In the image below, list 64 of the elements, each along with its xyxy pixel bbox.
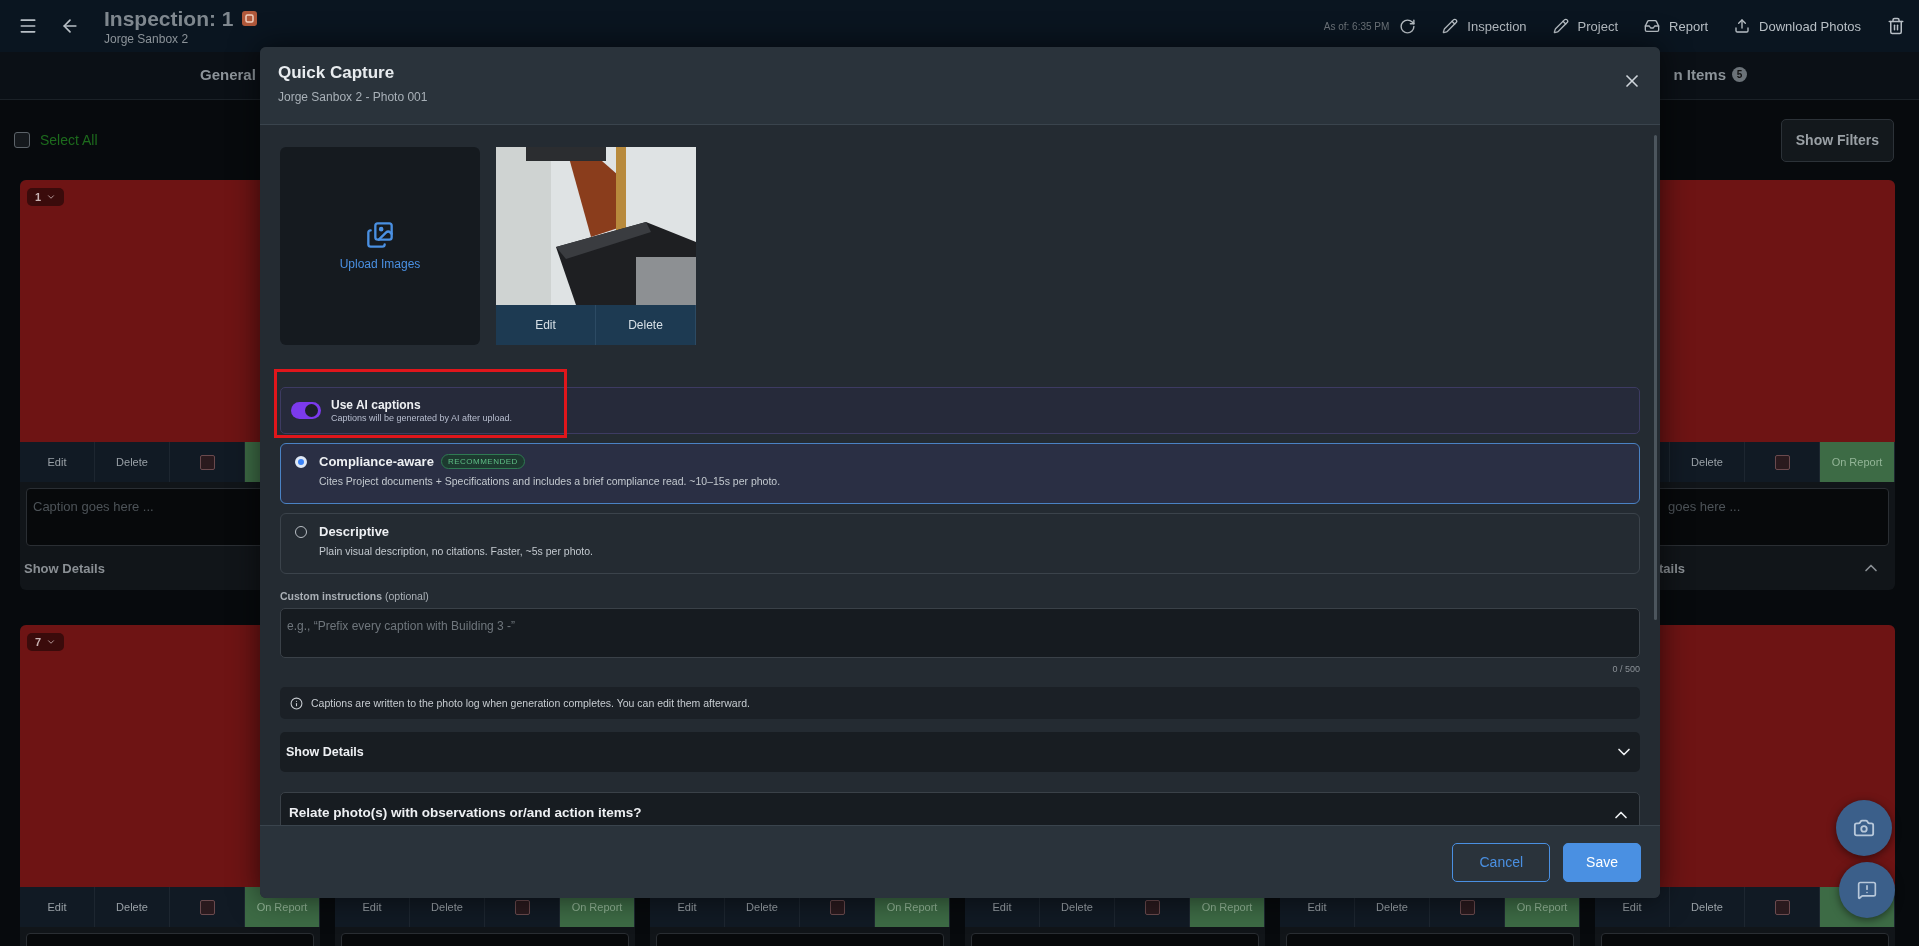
header-action[interactable]: Project (1552, 18, 1619, 34)
info-text: Captions are written to the photo log when generation completes. You can edit them afterward. (311, 697, 750, 709)
character-counter: 0 / 500 (1611, 664, 1640, 674)
checkbox[interactable] (514, 899, 530, 915)
camera-icon (1853, 817, 1875, 839)
number-dropdown[interactable]: 1 (27, 188, 65, 206)
cancel-button[interactable]: Cancel (1452, 842, 1551, 882)
delete-button[interactable]: Delete (95, 442, 170, 482)
alert-message-icon (1857, 880, 1877, 900)
info-icon (290, 696, 303, 710)
checkbox[interactable] (1774, 899, 1790, 915)
checkbox[interactable] (829, 899, 845, 915)
page-title: Inspection: 1 (104, 6, 234, 31)
header-action[interactable]: Report (1644, 18, 1709, 34)
checkbox[interactable] (1774, 454, 1790, 470)
upload-icon (1734, 18, 1751, 34)
section-header[interactable]: Show Details (280, 732, 1640, 772)
status-icon (241, 11, 257, 26)
recommended-badge: RECOMMENDED (440, 454, 525, 469)
tray-icon (1644, 18, 1661, 34)
refresh-icon[interactable] (1399, 17, 1417, 35)
number-dropdown[interactable]: 7 (27, 633, 65, 651)
header-action[interactable]: Inspection (1442, 18, 1527, 34)
section-header[interactable]: Relate photo(s) with observations or/and action items? (280, 792, 1640, 825)
tab[interactable]: General (200, 62, 256, 89)
checkbox[interactable] (1459, 899, 1475, 915)
pencil-icon (1552, 18, 1569, 34)
trash-icon (1887, 17, 1905, 35)
delete-button[interactable] (1887, 17, 1905, 35)
delete-button[interactable]: Delete (1670, 442, 1745, 482)
delete-button[interactable]: Delete (596, 305, 696, 345)
chevron-down-icon (46, 192, 57, 202)
checkbox[interactable] (1144, 899, 1160, 915)
checkbox[interactable] (199, 454, 215, 470)
show-filters-button[interactable]: Show Filters (1780, 118, 1894, 162)
edit-button[interactable]: Edit (496, 305, 596, 345)
chevron-down-icon (46, 637, 57, 647)
edit-button[interactable]: Edit (20, 442, 95, 482)
toggle-title: Use AI captions (331, 398, 422, 412)
tab[interactable]: n Items 5 (1673, 62, 1747, 89)
menu-icon[interactable] (18, 16, 38, 36)
select-all-label[interactable]: Select All (40, 132, 98, 148)
field-label: Custom instructions (optional) (280, 590, 430, 602)
delete-button[interactable]: Delete (95, 887, 170, 927)
option-card[interactable]: Compliance-aware RECOMMENDED Cites Project documents + Specifications and includes a brief compliance read. ~10–15s per photo. (280, 443, 1640, 504)
checkbox[interactable] (199, 899, 215, 915)
last-updated: As of: 6:35 PM (1323, 20, 1390, 32)
save-button[interactable]: Save (1563, 842, 1641, 882)
image-icon (366, 221, 394, 249)
upload-images-button[interactable]: Upload Images (280, 147, 480, 345)
show-details-toggle[interactable]: Show Details (24, 560, 105, 576)
option-card[interactable]: Descriptive Plain visual description, no citations. Faster, ~5s per photo. (280, 513, 1640, 574)
project-name: Jorge Sanbox 2 (104, 31, 190, 46)
checkbox[interactable] (14, 132, 30, 148)
dialog-subtitle: Jorge Sanbox 2 - Photo 001 (278, 90, 428, 104)
pencil-icon (1442, 18, 1459, 34)
header-action[interactable]: Download Photos (1734, 18, 1861, 34)
edit-button[interactable]: Edit (20, 887, 95, 927)
instructions-field[interactable]: e.g., “Prefix every caption with Building 3 -” (280, 608, 1640, 658)
toggle-switch[interactable] (291, 402, 321, 419)
toggle-hint: Captions will be generated by AI after upload. (331, 413, 513, 423)
show-details-toggle[interactable]: tails (1659, 560, 1685, 576)
dialog-title: Quick Capture (278, 63, 396, 83)
delete-button[interactable]: Delete (1670, 887, 1745, 927)
